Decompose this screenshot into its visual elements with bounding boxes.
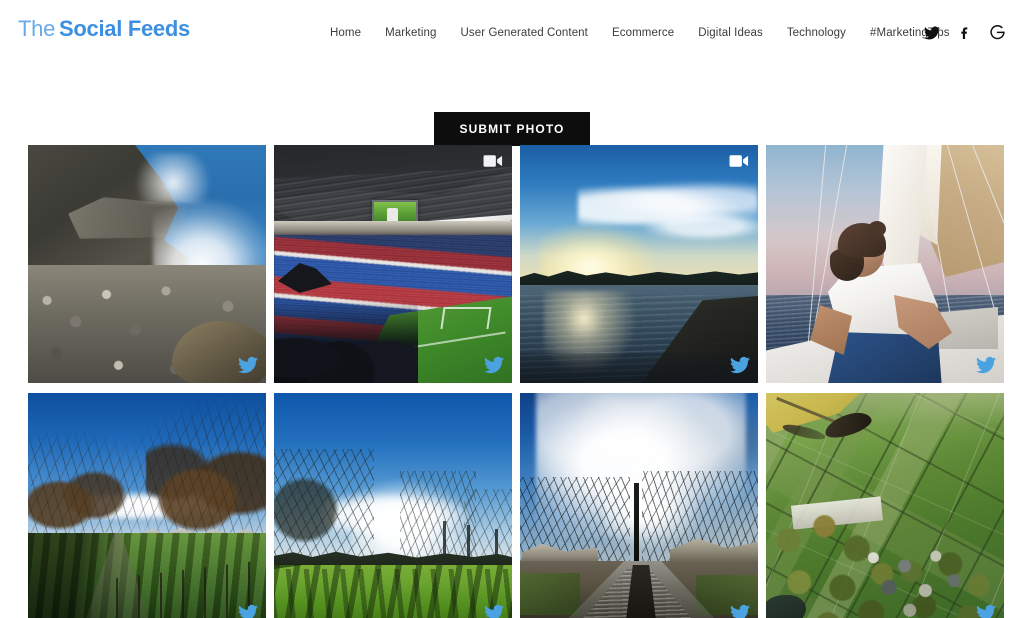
- nav-item-technology[interactable]: Technology: [775, 26, 858, 40]
- submit-photo-container: SUBMIT PHOTO: [0, 112, 1024, 146]
- nav-item-digital-ideas[interactable]: Digital Ideas: [686, 26, 775, 40]
- photo-cloudy-farm-track: [520, 393, 758, 618]
- photo-tile[interactable]: [28, 393, 266, 618]
- site-header: The Social Feeds Home Marketing User Gene…: [0, 0, 1024, 62]
- photo-tile[interactable]: [766, 393, 1004, 618]
- nav-item-ecommerce[interactable]: Ecommerce: [600, 26, 686, 40]
- nav-item-user-generated-content[interactable]: User Generated Content: [448, 26, 600, 40]
- photo-rocky-coast: [28, 145, 266, 383]
- main-navigation: Home Marketing User Generated Content Ec…: [318, 26, 962, 40]
- nav-item-home[interactable]: Home: [318, 26, 373, 40]
- photo-tile[interactable]: [520, 393, 758, 618]
- photo-stadium-crowd: [274, 145, 512, 383]
- photo-tile[interactable]: [274, 393, 512, 618]
- logo-name: Social Feeds: [59, 16, 190, 41]
- submit-photo-button[interactable]: SUBMIT PHOTO: [433, 112, 591, 146]
- photo-sailing-man: [766, 145, 1004, 383]
- page-root: The Social Feeds Home Marketing User Gene…: [0, 0, 1024, 618]
- social-links: [923, 24, 1006, 41]
- photo-aerial-farmland: [766, 393, 1004, 618]
- site-logo[interactable]: The Social Feeds: [18, 18, 190, 40]
- photo-tile[interactable]: [28, 145, 266, 383]
- photo-grid: [28, 145, 1004, 618]
- nav-item-marketing[interactable]: Marketing: [373, 26, 448, 40]
- photo-tile[interactable]: [274, 145, 512, 383]
- logo-prefix: The: [18, 16, 56, 41]
- photo-sunset-estuary: [520, 145, 758, 383]
- photo-park-shadows: [274, 393, 512, 618]
- facebook-icon[interactable]: [956, 24, 973, 41]
- photo-tile[interactable]: [766, 145, 1004, 383]
- photo-country-lane: [28, 393, 266, 618]
- google-icon[interactable]: [989, 24, 1006, 41]
- twitter-icon[interactable]: [923, 24, 940, 41]
- photo-tile[interactable]: [520, 145, 758, 383]
